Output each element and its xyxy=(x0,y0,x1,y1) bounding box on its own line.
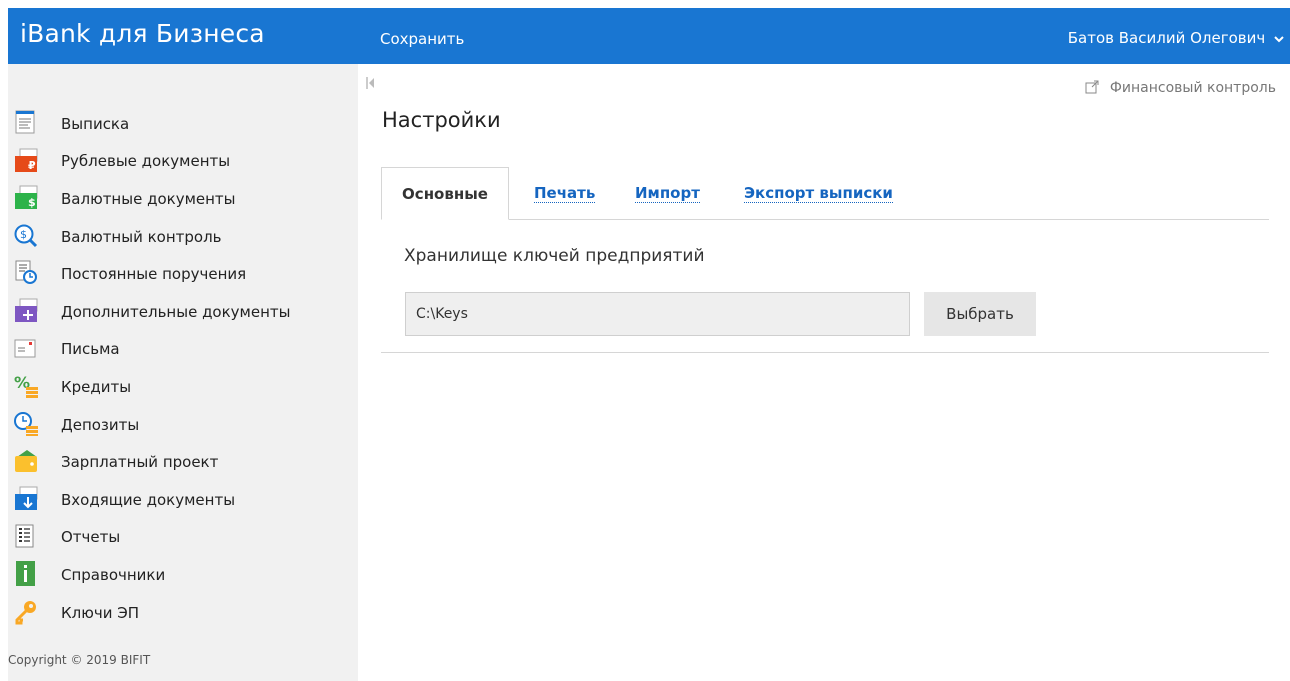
divider xyxy=(381,352,1269,353)
incoming-documents-icon xyxy=(15,486,38,510)
sidebar-item-currency-documents[interactable]: $ Валютные документы xyxy=(8,180,358,218)
collapse-sidebar-icon[interactable] xyxy=(366,76,376,90)
sidebar-item-label: Валютные документы xyxy=(61,189,236,208)
sidebar-item-label: Постоянные поручения xyxy=(61,265,247,284)
sidebar-item-incoming-documents[interactable]: Входящие документы xyxy=(8,481,358,519)
sidebar-item-salary-project[interactable]: Зарплатный проект xyxy=(8,443,358,481)
signature-keys-icon xyxy=(15,600,36,625)
sidebar-item-credits[interactable]: % Кредиты xyxy=(8,368,358,406)
sidebar-item-label: Дополнительные документы xyxy=(61,302,291,321)
salary-project-icon xyxy=(15,450,37,473)
sidebar-item-statement[interactable]: Выписка xyxy=(8,105,358,143)
sidebar: Выписка ₽ Рублевые документы $ Валютные … xyxy=(8,64,358,681)
user-name: Батов Василий Олегович xyxy=(1067,29,1266,47)
additional-documents-icon xyxy=(15,298,38,322)
sidebar-item-label: Рублевые документы xyxy=(61,152,231,171)
sidebar-nav: Выписка ₽ Рублевые документы $ Валютные … xyxy=(8,105,358,631)
key-storage-label: Хранилище ключей предприятий xyxy=(404,246,705,266)
tab-import[interactable]: Импорт xyxy=(635,167,700,219)
top-bar: iBank для Бизнеса Сохранить Батов Васили… xyxy=(8,8,1290,64)
sidebar-item-label: Кредиты xyxy=(61,377,132,396)
statement-icon xyxy=(15,110,35,134)
sidebar-item-directories[interactable]: Справочники xyxy=(8,556,358,594)
tab-print-label: Печать xyxy=(534,184,596,203)
settings-tabs: Основные Печать Импорт Экспорт выписки xyxy=(381,167,1269,220)
sidebar-item-label: Письма xyxy=(61,340,120,359)
app-brand[interactable]: iBank для Бизнеса xyxy=(20,19,265,48)
currency-control-icon: $ xyxy=(14,224,38,247)
sidebar-item-label: Зарплатный проект xyxy=(61,453,219,472)
tab-statement-export-label: Экспорт выписки xyxy=(744,184,893,203)
user-menu[interactable]: Батов Василий Олегович xyxy=(1068,29,1284,47)
page-title: Настройки xyxy=(382,108,501,132)
sidebar-item-reports[interactable]: Отчеты xyxy=(8,519,358,557)
directories-icon xyxy=(16,561,35,587)
copyright: Copyright © 2019 BIFIT xyxy=(8,653,151,667)
reports-icon xyxy=(15,524,34,548)
financial-control-link[interactable]: Финансовый контроль xyxy=(1085,80,1276,96)
sidebar-item-standing-orders[interactable]: Постоянные поручения xyxy=(8,255,358,293)
sidebar-item-label: Ключи ЭП xyxy=(61,603,139,622)
sidebar-item-additional-documents[interactable]: Дополнительные документы xyxy=(8,293,358,331)
key-storage-path-input[interactable] xyxy=(405,292,910,336)
svg-text:$: $ xyxy=(28,196,36,209)
tab-basic[interactable]: Основные xyxy=(381,167,509,220)
currency-documents-icon: $ xyxy=(15,185,38,210)
sidebar-item-ruble-documents[interactable]: ₽ Рублевые документы xyxy=(8,143,358,181)
standing-orders-icon xyxy=(15,260,37,285)
tab-statement-export[interactable]: Экспорт выписки xyxy=(744,167,893,219)
svg-text:$: $ xyxy=(20,228,27,241)
credits-icon: % xyxy=(14,373,38,399)
sidebar-item-label: Справочники xyxy=(61,565,166,584)
external-link-icon xyxy=(1085,80,1099,94)
financial-control-label: Финансовый контроль xyxy=(1109,80,1276,96)
sidebar-item-label: Входящие документы xyxy=(61,490,236,509)
sidebar-item-label: Валютный контроль xyxy=(61,227,222,246)
sidebar-item-label: Выписка xyxy=(61,114,130,133)
sidebar-item-label: Отчеты xyxy=(61,528,121,547)
sidebar-item-letters[interactable]: Письма xyxy=(8,331,358,369)
tab-print[interactable]: Печать xyxy=(534,167,596,219)
deposits-icon xyxy=(14,411,38,436)
svg-text:₽: ₽ xyxy=(28,159,36,172)
save-button[interactable]: Сохранить xyxy=(380,30,464,48)
letters-icon xyxy=(14,339,36,358)
choose-button[interactable]: Выбрать xyxy=(924,292,1036,336)
sidebar-item-label: Депозиты xyxy=(61,415,140,434)
sidebar-item-signature-keys[interactable]: Ключи ЭП xyxy=(8,594,358,632)
sidebar-item-deposits[interactable]: Депозиты xyxy=(8,406,358,444)
chevron-down-icon xyxy=(1274,35,1284,42)
ruble-documents-icon: ₽ xyxy=(15,148,38,172)
sidebar-item-currency-control[interactable]: $ Валютный контроль xyxy=(8,218,358,256)
tab-import-label: Импорт xyxy=(635,184,700,203)
